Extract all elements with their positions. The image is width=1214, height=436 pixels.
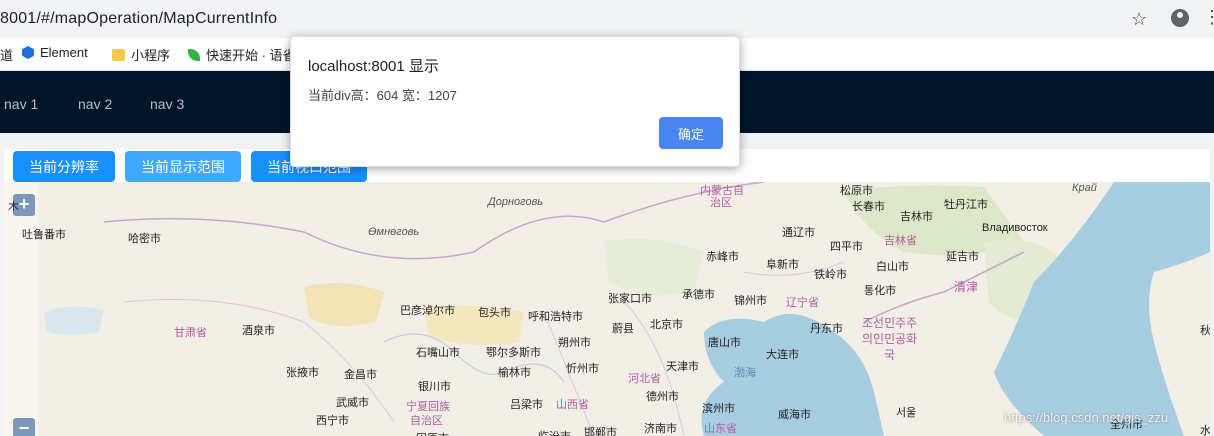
map-place-label: 榆林市 (498, 367, 531, 379)
map-place-label: Өмнөговь (368, 226, 420, 238)
map-place-label: 조선민주주 (862, 316, 918, 330)
zoom-out-button[interactable]: − (13, 418, 35, 436)
map-place-label: 清津 (954, 280, 979, 294)
map-place-label: 邯郸市 (584, 427, 617, 436)
browser-address-bar: 8001/#/mapOperation/MapCurrentInfo ☆ ⋮ (0, 0, 1214, 38)
map-place-label: 阜新市 (766, 259, 799, 271)
map-place-label: 北京市 (650, 319, 683, 331)
map-place-label: 承德市 (682, 289, 715, 301)
map-place-label: 张家口市 (608, 293, 652, 305)
map-place-label: 松原市 (840, 185, 873, 197)
bookmark-element[interactable]: Element (22, 45, 88, 60)
map-place-label: 四平市 (830, 241, 863, 253)
map-place-label: 银川市 (418, 381, 451, 393)
alert-dialog: localhost:8001 显示 当前div高：604 宽：1207 确定 (290, 36, 740, 167)
map-place-label: 忻州市 (566, 363, 599, 375)
current-extent-button[interactable]: 当前显示范围 (125, 151, 241, 182)
dialog-title: localhost:8001 显示 (308, 58, 439, 75)
map-place-label: 呼和浩特市 (528, 311, 583, 323)
map-place-label: 锦州市 (734, 295, 767, 307)
map-place-label: 水 (1200, 425, 1210, 436)
map-place-label: Владивосток (982, 222, 1048, 234)
map-place-label: 长春市 (852, 201, 885, 213)
map-place-label: 甘肃省 (174, 327, 207, 339)
element-hex-icon (22, 46, 34, 59)
map-place-label: 铁岭市 (814, 269, 847, 281)
map-place-label: 渤海 (734, 367, 756, 379)
zoom-in-button[interactable]: + (13, 194, 35, 216)
map-canvas[interactable]: 木吐鲁番市哈密市ДорноговьӨмнөговь内蒙古自治区松原市长春市吉林市… (4, 182, 1210, 436)
map-place-label: Дорноговь (488, 196, 544, 208)
map-left-strip (4, 182, 38, 436)
dialog-message: 当前div高：604 宽：1207 (308, 88, 457, 103)
map-place-label: 吉林省 (884, 235, 917, 247)
map-place-label: 丹东市 (810, 323, 843, 335)
map-place-label: 山西省 (556, 399, 589, 411)
map-place-label: 自治区 (410, 415, 443, 427)
nav-item-2[interactable]: nav 2 (78, 96, 112, 112)
map-place-label: 威海市 (778, 409, 811, 421)
map-place-label: 通辽市 (782, 227, 815, 239)
map-place-label: 朔州市 (558, 337, 591, 349)
map-place-label: 酒泉市 (242, 325, 275, 337)
map-place-label: 哈密市 (128, 233, 161, 245)
current-resolution-button[interactable]: 当前分辨率 (13, 151, 115, 182)
nav-item-3[interactable]: nav 3 (150, 96, 184, 112)
map-place-label: 河北省 (628, 373, 661, 385)
map-base-layer (4, 182, 1210, 436)
browser-menu-icon[interactable]: ⋮ (1203, 8, 1214, 26)
csdn-watermark: https://blog.csdn.net/gis_zzu (1004, 410, 1169, 425)
map-place-label: 蔚县 (612, 323, 634, 335)
map-place-label: 治区 (710, 197, 732, 209)
map-place-label: 통化市 (864, 285, 897, 297)
map-place-label: 包头市 (478, 307, 511, 319)
map-place-label: 鄂尔多斯市 (486, 347, 541, 359)
url-field[interactable]: 8001/#/mapOperation/MapCurrentInfo (0, 10, 277, 28)
lake-patch (44, 306, 104, 336)
map-place-label: 辽宁省 (786, 297, 819, 309)
map-place-label: 山东省 (704, 423, 737, 435)
map-place-label: 济南市 (644, 423, 677, 435)
map-place-label: 延吉市 (946, 251, 979, 263)
map-place-label: 固原市 (416, 430, 449, 436)
desert-patch (304, 283, 384, 326)
map-place-label: 서울 (896, 407, 917, 419)
map-place-label: 天津市 (666, 361, 699, 373)
map-place-label: 滨州市 (702, 403, 735, 415)
map-place-label: 巴彦淖尔市 (400, 305, 455, 317)
map-place-label: 临汾市 (538, 428, 571, 436)
bookmark-yuque[interactable]: 快速开始 · 语雀 (188, 45, 296, 64)
map-place-label: 西宁市 (316, 415, 349, 427)
bookmark-apps-partial[interactable]: 道 (0, 45, 13, 64)
map-place-label: 吐鲁番市 (22, 229, 66, 241)
dialog-ok-button[interactable]: 确定 (659, 117, 723, 149)
map-place-label: 金昌市 (344, 369, 377, 381)
bookmark-star-icon[interactable]: ☆ (1131, 9, 1147, 30)
map-place-label: 白山市 (876, 261, 909, 273)
yuque-leaf-icon (188, 48, 200, 61)
folder-icon (112, 48, 125, 61)
map-place-label: 吕梁市 (510, 399, 543, 411)
map-place-label: Край (1072, 182, 1097, 194)
map-place-label: 唐山市 (708, 337, 741, 349)
nav-item-1[interactable]: nav 1 (4, 96, 38, 112)
account-avatar-icon[interactable] (1171, 9, 1189, 27)
map-place-label: 德州市 (646, 391, 679, 403)
bookmark-miniprogram[interactable]: 小程序 (112, 45, 170, 64)
map-place-label: 秋田 (1200, 325, 1210, 337)
map-place-label: 武威市 (336, 397, 369, 409)
map-place-label: 吉林市 (900, 211, 933, 223)
map-place-label: 张掖市 (286, 367, 319, 379)
map-place-label: 의인민공화 (862, 332, 918, 346)
map-place-label: 大连市 (766, 349, 799, 361)
map-place-label: 赤峰市 (706, 251, 739, 263)
map-place-label: 牡丹江市 (944, 199, 988, 211)
map-place-label: 국 (884, 348, 896, 362)
map-place-label: 石嘴山市 (416, 347, 460, 359)
